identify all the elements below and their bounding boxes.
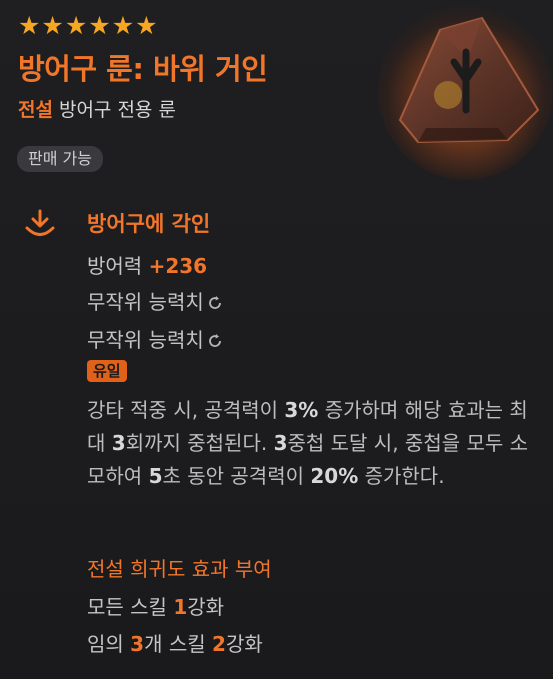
bonus-line-2: 임의 3개 스킬 2강화 xyxy=(87,628,263,657)
bonus-text: 강화 xyxy=(187,595,225,619)
rune-stone-icon xyxy=(378,0,553,180)
desc-text: 초 동안 공격력이 xyxy=(162,464,311,488)
bonus-text: 강화 xyxy=(225,632,263,656)
defense-value: 236 xyxy=(165,254,208,278)
bonus-value: 3 xyxy=(130,632,145,656)
desc-value: 3 xyxy=(111,431,126,455)
desc-value: 3 xyxy=(273,431,288,455)
bonus-value: 2 xyxy=(212,632,226,656)
item-tooltip: ★ ★ ★ ★ ★ ★ 방어구 룬: 바위 거인 전설 방어구 전용 룬 판매 가… xyxy=(0,0,553,679)
star-icon: ★ xyxy=(64,11,88,40)
section-title: 방어구에 각인 xyxy=(87,212,211,236)
random-stat-1: 무작위 능력치 xyxy=(87,286,223,316)
bonus-title: 전설 희귀도 효과 부여 xyxy=(87,557,272,581)
item-grade: 전설 xyxy=(18,99,53,121)
random-stat-label: 무작위 능력치 xyxy=(87,290,204,314)
random-stat-label: 무작위 능력치 xyxy=(87,328,204,352)
download-arrow-icon xyxy=(24,209,56,239)
rarity-stars: ★ ★ ★ ★ ★ ★ xyxy=(18,12,158,40)
bonus-text: 임의 xyxy=(87,632,131,656)
refresh-icon[interactable] xyxy=(207,292,223,316)
star-icon: ★ xyxy=(111,11,135,40)
defense-stat: 방어력 +236 xyxy=(87,250,207,279)
unique-badge: 유일 xyxy=(87,360,127,382)
star-icon: ★ xyxy=(88,11,111,40)
star-icon: ★ xyxy=(41,11,64,40)
random-stat-2: 무작위 능력치 xyxy=(87,324,223,354)
star-icon: ★ xyxy=(135,11,158,40)
desc-value: 5 xyxy=(148,464,163,488)
star-icon: ★ xyxy=(18,11,41,40)
tradable-badge: 판매 가능 xyxy=(17,146,103,172)
desc-text: 회까지 중첩된다. xyxy=(125,431,274,455)
bonus-text: 모든 스킬 xyxy=(87,595,174,619)
item-subtitle: 전설 방어구 전용 룬 xyxy=(18,95,176,122)
desc-text: 강타 적중 시, 공격력이 xyxy=(87,398,285,422)
desc-value: 20% xyxy=(310,464,359,488)
item-title: 방어구 룬: 바위 거인 xyxy=(18,52,268,86)
effect-description: 강타 적중 시, 공격력이 3% 증가하며 해당 효과는 최대 3회까지 중첩된… xyxy=(87,394,532,493)
defense-plus: + xyxy=(148,254,166,278)
item-type: 방어구 전용 룬 xyxy=(58,99,176,121)
desc-text: 증가한다. xyxy=(358,464,445,488)
bonus-line-1: 모든 스킬 1강화 xyxy=(87,591,224,620)
defense-label: 방어력 xyxy=(87,254,149,278)
bonus-value: 1 xyxy=(173,595,188,619)
refresh-icon[interactable] xyxy=(207,330,223,354)
desc-value: 3% xyxy=(284,398,319,422)
bonus-text: 개 스킬 xyxy=(144,632,213,656)
